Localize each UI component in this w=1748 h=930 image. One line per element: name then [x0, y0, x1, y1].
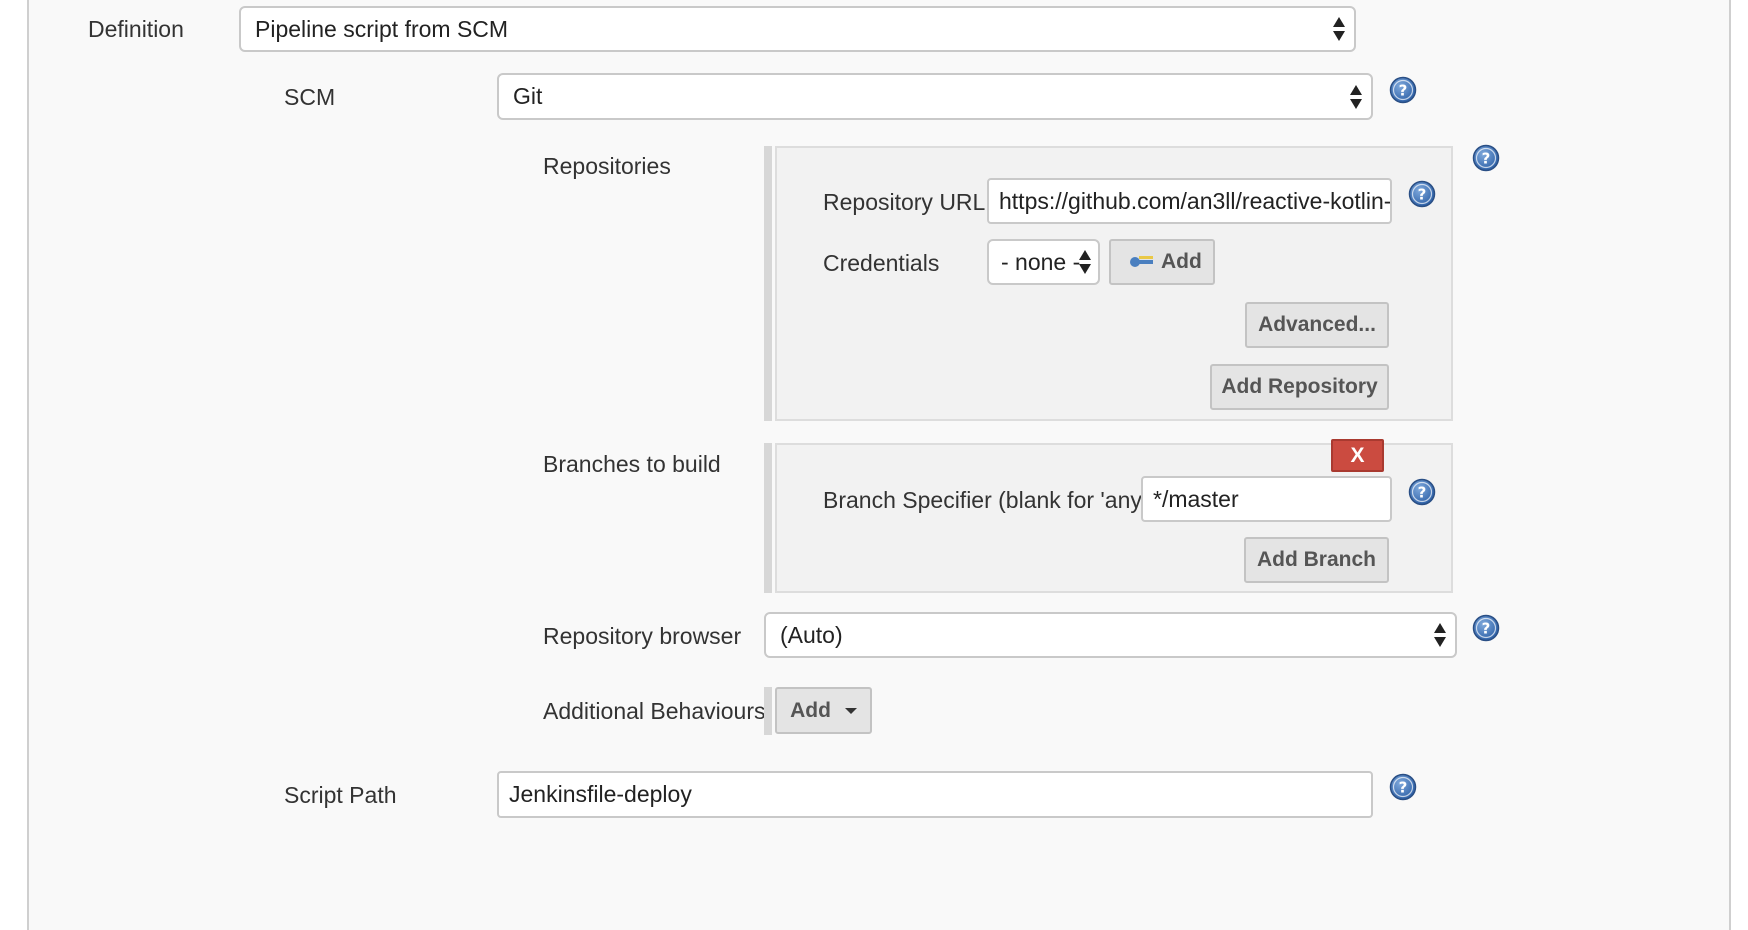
scm-selected-value: Git — [513, 83, 543, 109]
key-icon — [1130, 256, 1153, 267]
select-arrows-icon — [1078, 249, 1092, 275]
credentials-label: Credentials — [823, 250, 940, 276]
advanced-button[interactable]: Advanced... — [1245, 302, 1389, 348]
repository-browser-selected-value: (Auto) — [780, 621, 843, 648]
help-icon[interactable] — [1389, 76, 1417, 104]
select-arrows-icon — [1433, 622, 1447, 648]
add-branch-button[interactable]: Add Branch — [1244, 537, 1389, 583]
scm-label: SCM — [284, 84, 336, 110]
repositories-bar — [764, 146, 772, 421]
help-icon[interactable] — [1472, 144, 1500, 172]
add-repository-button[interactable]: Add Repository — [1210, 364, 1389, 410]
repositories-label: Repositories — [543, 153, 671, 179]
repository-url-input[interactable]: https://github.com/an3ll/reactive-kotlin… — [987, 178, 1392, 224]
scm-select[interactable]: Git — [497, 73, 1373, 120]
add-behaviour-dropdown-button[interactable]: Add — [775, 687, 872, 734]
branches-bar — [764, 443, 772, 593]
additional-behaviours-label: Additional Behaviours — [543, 698, 766, 724]
additional-behaviours-bar — [764, 687, 772, 735]
delete-branch-button[interactable]: X — [1331, 439, 1384, 472]
repository-url-label: Repository URL — [823, 189, 986, 215]
branch-specifier-input[interactable]: */master — [1141, 476, 1392, 522]
add-credentials-button[interactable]: Add — [1109, 239, 1215, 285]
help-icon[interactable] — [1408, 180, 1436, 208]
script-path-input[interactable]: Jenkinsfile-deploy — [497, 771, 1373, 818]
branch-specifier-label: Branch Specifier (blank for 'any') — [823, 487, 1154, 513]
add-behaviour-label: Add — [790, 698, 831, 722]
definition-label: Definition — [88, 16, 184, 42]
select-arrows-icon — [1349, 84, 1363, 110]
help-icon[interactable] — [1389, 773, 1417, 801]
caret-down-icon — [844, 707, 857, 714]
definition-selected-value: Pipeline script from SCM — [255, 15, 509, 42]
definition-select[interactable]: Pipeline script from SCM — [239, 6, 1356, 52]
credentials-select[interactable]: - none - — [987, 239, 1100, 285]
repository-browser-label: Repository browser — [543, 623, 742, 649]
select-arrows-icon — [1332, 16, 1346, 42]
help-icon[interactable] — [1472, 614, 1500, 642]
add-credentials-label: Add — [1161, 250, 1202, 273]
branches-label: Branches to build — [543, 451, 721, 477]
repository-browser-select[interactable]: (Auto) — [764, 612, 1457, 658]
help-icon[interactable] — [1408, 478, 1436, 506]
script-path-label: Script Path — [284, 782, 397, 808]
